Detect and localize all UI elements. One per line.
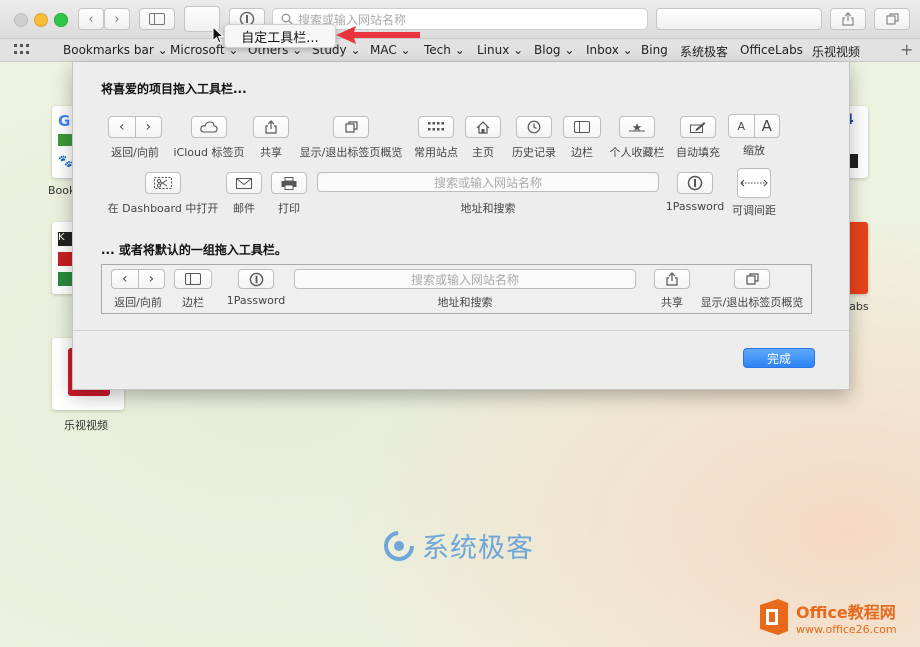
item-zoom[interactable]: AA 缩放	[727, 114, 781, 158]
bookmarks-bar: Bookmarks bar ⌄ Microsoft ⌄ Others ⌄ Stu…	[0, 39, 920, 62]
address-field-preview: 搜索或输入网站名称	[317, 172, 659, 192]
default-set-title: ... 或者将默认的一组拖入工具栏。	[101, 243, 287, 257]
item-address-and-search[interactable]: 搜索或输入网站名称 地址和搜索	[317, 172, 659, 216]
safari-toolbar: ‹ › 搜索或输入网站名称	[0, 0, 920, 39]
tabs-overview-icon	[885, 13, 899, 25]
back-forward-icon: ‹ ›	[108, 116, 162, 138]
bookmark-letv[interactable]: 乐视视频	[812, 43, 860, 60]
chevron-right-icon: ›	[114, 11, 120, 27]
item-sidebar[interactable]: 边栏	[563, 116, 601, 160]
bookmark-folder-blog[interactable]: Blog ⌄	[534, 43, 574, 57]
default-item-address-and-search: 搜索或输入网站名称 地址和搜索	[294, 269, 636, 310]
item-open-in-dashboard[interactable]: 在 Dashboard 中打开	[103, 172, 223, 216]
default-item-sidebar: 边栏	[174, 269, 212, 310]
bookmark-folder-tech[interactable]: Tech ⌄	[424, 43, 465, 57]
default-toolbar-set[interactable]: ‹ › 返回/向前 边栏 1Password 搜索或输入网站名称 地址和搜索 共享…	[101, 264, 812, 314]
logo-title: Office教程网	[796, 602, 896, 622]
default-item-tabs-overview: 显示/退出标签页概览	[698, 269, 806, 310]
bookmark-folder-inbox[interactable]: Inbox ⌄	[586, 43, 633, 57]
share-button[interactable]	[830, 8, 866, 30]
default-item-back-forward: ‹ › 返回/向前	[106, 269, 170, 310]
item-home[interactable]: 主页	[465, 116, 501, 160]
home-icon	[465, 116, 501, 138]
default-item-1password: 1Password	[226, 269, 286, 307]
onepassword-icon	[677, 172, 713, 194]
item-icloud-tabs[interactable]: iCloud 标签页	[171, 116, 247, 160]
tabs-overview-icon	[734, 269, 770, 289]
sidebar-icon	[174, 269, 212, 289]
red-arrow-annotation-icon	[336, 26, 420, 44]
watermark-text: 系统极客	[422, 533, 534, 564]
item-share[interactable]: 共享	[251, 116, 291, 160]
close-window-button[interactable]	[14, 13, 28, 27]
forward-button[interactable]: ›	[104, 8, 130, 30]
minimize-window-button[interactable]	[34, 13, 48, 27]
top-sites-grid-icon[interactable]	[14, 44, 30, 55]
item-tabs-overview[interactable]: 显示/退出标签页概览	[297, 116, 405, 160]
zoom-window-button[interactable]	[54, 13, 68, 27]
mail-icon	[226, 172, 262, 194]
tabs-overview-icon	[333, 116, 369, 138]
sidebar-icon	[149, 13, 165, 25]
done-button[interactable]: 完成	[743, 348, 815, 368]
mouse-cursor-icon	[212, 26, 224, 44]
star-icon	[619, 116, 655, 138]
share-icon	[654, 269, 690, 289]
chevron-left-icon: ‹	[88, 11, 94, 27]
item-flexible-space[interactable]: 可调间距	[729, 168, 779, 218]
sheet-divider	[73, 330, 849, 331]
xitongjike-logo-icon	[384, 530, 414, 561]
share-icon	[253, 116, 289, 138]
item-print[interactable]: 打印	[271, 172, 307, 216]
office-logo-icon	[760, 599, 788, 635]
item-history[interactable]: 历史记录	[509, 116, 559, 160]
bookmark-officelabs[interactable]: OfficeLabs	[740, 43, 803, 57]
sidebar-button[interactable]	[139, 8, 175, 30]
google-logo-icon: G	[58, 112, 71, 130]
back-forward-icon: ‹ ›	[111, 269, 165, 289]
onepassword-icon	[238, 269, 274, 289]
zoom-icon: AA	[728, 114, 780, 138]
bookmark-xitongjike[interactable]: 系统极客	[680, 43, 728, 60]
baidu-paw-icon: 🐾	[58, 154, 73, 168]
grid-icon	[418, 116, 454, 138]
dashboard-scissors-icon	[145, 172, 181, 194]
clock-icon	[516, 116, 552, 138]
logo-url: www.office26.com	[796, 622, 897, 636]
customize-toolbar-menu-item[interactable]: 自定工具栏...	[224, 24, 336, 48]
bookmark-bing[interactable]: Bing	[641, 43, 668, 57]
xitongjike-watermark: 系统极客	[380, 526, 534, 565]
favorites-title: 将喜爱的项目拖入工具栏...	[101, 82, 247, 96]
item-mail[interactable]: 邮件	[225, 172, 263, 216]
item-autofill[interactable]: 自动填充	[675, 116, 721, 160]
item-1password[interactable]: 1Password	[665, 172, 725, 213]
customize-toolbar-sheet: 将喜爱的项目拖入工具栏... ‹ › 返回/向前 iCloud 标签页 共享 显示…	[72, 62, 850, 390]
share-icon	[842, 12, 854, 26]
back-button[interactable]: ‹	[78, 8, 104, 30]
sidebar-icon	[563, 116, 601, 138]
pen-icon	[680, 116, 716, 138]
top-site-label-letv: 乐视视频	[64, 419, 108, 432]
app-icon	[58, 134, 72, 146]
cloud-icon	[191, 116, 227, 138]
add-bookmark-plus-icon[interactable]: +	[900, 40, 913, 59]
bookmark-folder-linux[interactable]: Linux ⌄	[477, 43, 523, 57]
print-icon	[271, 172, 307, 194]
default-item-share: 共享	[654, 269, 690, 310]
address-field-preview: 搜索或输入网站名称	[294, 269, 636, 289]
flexible-space-icon	[737, 168, 771, 198]
empty-toolbar-area	[656, 8, 822, 30]
item-top-sites[interactable]: 常用站点	[411, 116, 461, 160]
item-back-forward[interactable]: ‹ › 返回/向前	[103, 116, 167, 160]
item-favorites-bar[interactable]: 个人收藏栏	[607, 116, 667, 160]
tabs-overview-button[interactable]	[874, 8, 910, 30]
office26-logo: Office教程网 www.office26.com	[756, 597, 897, 637]
bookmark-folder-bookmarks-bar[interactable]: Bookmarks bar ⌄	[63, 43, 168, 57]
